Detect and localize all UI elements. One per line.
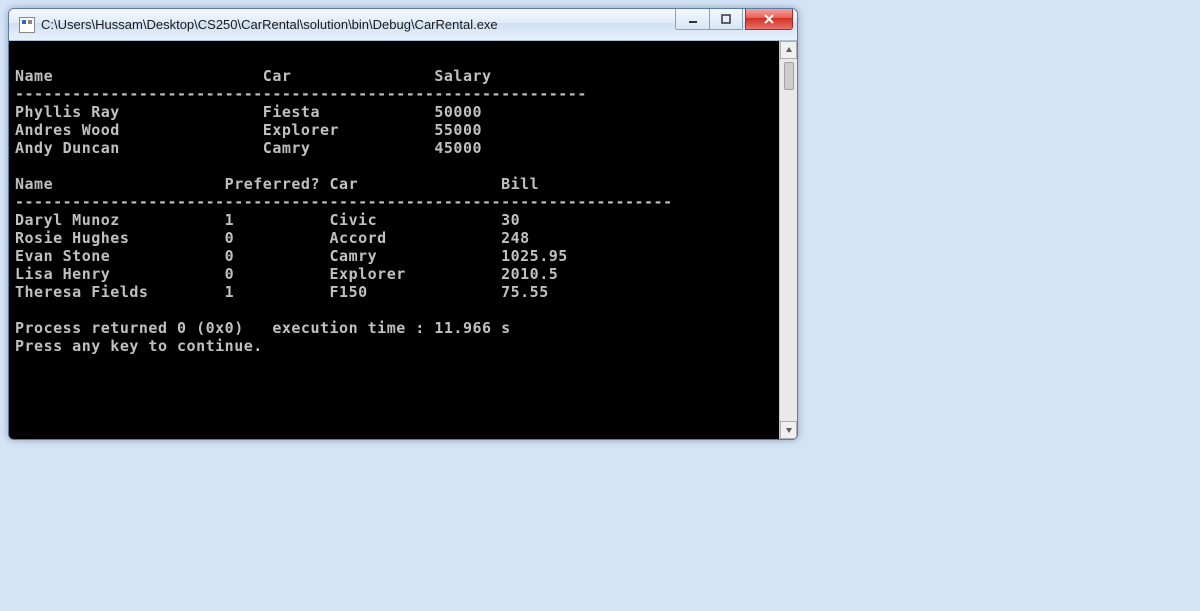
- console-output: Name Car Salary ------------------------…: [9, 41, 779, 439]
- window-title: C:\Users\Hussam\Desktop\CS250\CarRental\…: [41, 17, 675, 32]
- client-area: Name Car Salary ------------------------…: [9, 41, 797, 439]
- close-button[interactable]: [745, 8, 793, 30]
- maximize-button[interactable]: [709, 8, 743, 30]
- scroll-up-button[interactable]: [780, 41, 797, 59]
- scroll-down-button[interactable]: [780, 421, 797, 439]
- scroll-thumb[interactable]: [784, 62, 794, 90]
- titlebar[interactable]: C:\Users\Hussam\Desktop\CS250\CarRental\…: [9, 9, 797, 41]
- console-window: C:\Users\Hussam\Desktop\CS250\CarRental\…: [8, 8, 798, 440]
- window-controls: [675, 8, 793, 30]
- app-icon: [19, 17, 35, 33]
- scroll-track[interactable]: [780, 59, 797, 421]
- minimize-button[interactable]: [675, 8, 709, 30]
- vertical-scrollbar[interactable]: [779, 41, 797, 439]
